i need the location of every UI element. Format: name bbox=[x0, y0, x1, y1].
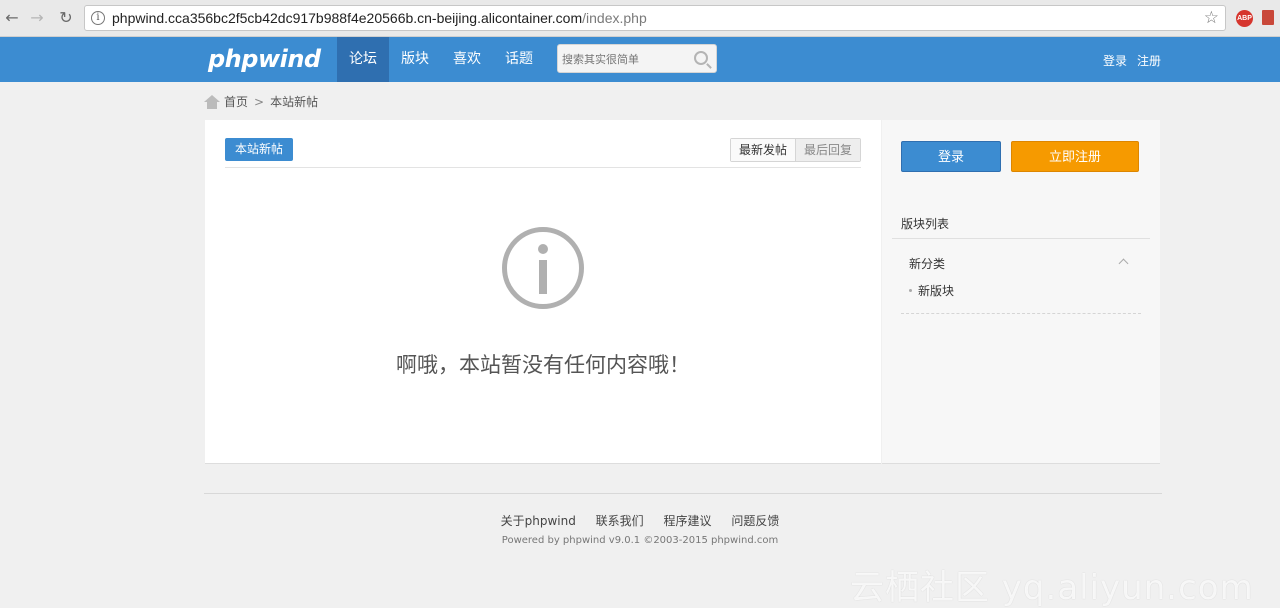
url-host: phpwind.cca356bc2f5cb42dc917b988f4e20566… bbox=[112, 10, 583, 26]
main-panel: 本站新帖 最新发帖 最后回复 啊哦，本站暂没有任何内容哦！ bbox=[205, 120, 881, 464]
powered-by: Powered by phpwind v9.0.1 ©2003-2015 php… bbox=[501, 535, 779, 546]
reload-icon[interactable]: ↻ bbox=[56, 8, 76, 28]
divider bbox=[892, 238, 1150, 239]
search-input[interactable] bbox=[562, 50, 687, 68]
breadcrumb-home[interactable]: 首页 bbox=[224, 93, 248, 110]
info-circle-icon bbox=[502, 227, 584, 309]
forum-list-item[interactable]: 新版块 bbox=[909, 282, 954, 299]
tab-latest-posts[interactable]: 最新发帖 bbox=[730, 139, 795, 161]
site-header: phpwind 论坛 版块 喜欢 话题 登录 注册 bbox=[0, 37, 1280, 82]
divider bbox=[225, 167, 861, 168]
bookmark-extension-icon[interactable] bbox=[1262, 10, 1274, 25]
nav-topics[interactable]: 话题 bbox=[493, 37, 545, 82]
sidebar: 登录 立即注册 版块列表 新分类 新版块 bbox=[882, 120, 1160, 464]
register-button[interactable]: 立即注册 bbox=[1011, 141, 1139, 172]
chevron-up-icon[interactable] bbox=[1118, 258, 1129, 269]
category-name[interactable]: 新分类 bbox=[909, 255, 945, 272]
footer-links: 关于phpwind 联系我们 程序建议 问题反馈 bbox=[0, 512, 1280, 529]
bullet-icon bbox=[909, 289, 912, 292]
forum-list-title: 版块列表 bbox=[901, 217, 950, 231]
arrow-right-icon[interactable]: → bbox=[27, 8, 47, 28]
url-text[interactable]: phpwind.cca356bc2f5cb42dc917b988f4e20566… bbox=[112, 10, 647, 26]
site-logo[interactable]: phpwind bbox=[208, 45, 321, 73]
forum-item-label: 新版块 bbox=[918, 284, 955, 298]
nav-sections[interactable]: 版块 bbox=[389, 37, 441, 82]
section-tag: 本站新帖 bbox=[225, 138, 294, 161]
sort-tabs: 最新发帖 最后回复 bbox=[729, 138, 861, 162]
address-bar[interactable]: i phpwind.cca356bc2f5cb42dc917b988f4e205… bbox=[84, 5, 1226, 31]
home-icon[interactable] bbox=[204, 94, 220, 109]
star-icon[interactable]: ☆ bbox=[1204, 8, 1219, 28]
nav-likes[interactable]: 喜欢 bbox=[441, 37, 493, 82]
empty-message: 啊哦，本站暂没有任何内容哦！ bbox=[396, 353, 690, 377]
watermark: 云栖社区 yq.aliyun.com bbox=[850, 568, 1254, 608]
search-box bbox=[557, 44, 717, 73]
footer-link-feedback[interactable]: 问题反馈 bbox=[731, 514, 779, 528]
breadcrumb: 首页 > 本站新帖 bbox=[204, 93, 318, 110]
header-register-link[interactable]: 注册 bbox=[1137, 52, 1161, 69]
tab-last-reply[interactable]: 最后回复 bbox=[794, 139, 860, 161]
login-button[interactable]: 登录 bbox=[901, 141, 1001, 172]
breadcrumb-current: 本站新帖 bbox=[270, 95, 319, 109]
nav-forum[interactable]: 论坛 bbox=[337, 37, 389, 82]
header-login-link[interactable]: 登录 bbox=[1103, 52, 1127, 69]
footer-link-contact[interactable]: 联系我们 bbox=[596, 514, 644, 528]
search-icon[interactable] bbox=[694, 51, 708, 65]
footer-divider bbox=[204, 493, 1162, 494]
breadcrumb-separator: > bbox=[254, 94, 265, 109]
browser-toolbar: ← → ↻ i phpwind.cca356bc2f5cb42dc917b988… bbox=[0, 0, 1280, 37]
adblock-icon[interactable]: ABP bbox=[1236, 10, 1253, 27]
divider bbox=[901, 313, 1141, 314]
footer-link-about[interactable]: 关于phpwind bbox=[501, 514, 576, 528]
info-icon[interactable]: i bbox=[91, 11, 105, 25]
footer-link-suggestions[interactable]: 程序建议 bbox=[664, 514, 712, 528]
url-path: /index.php bbox=[582, 10, 647, 26]
arrow-left-icon[interactable]: ← bbox=[2, 8, 22, 28]
